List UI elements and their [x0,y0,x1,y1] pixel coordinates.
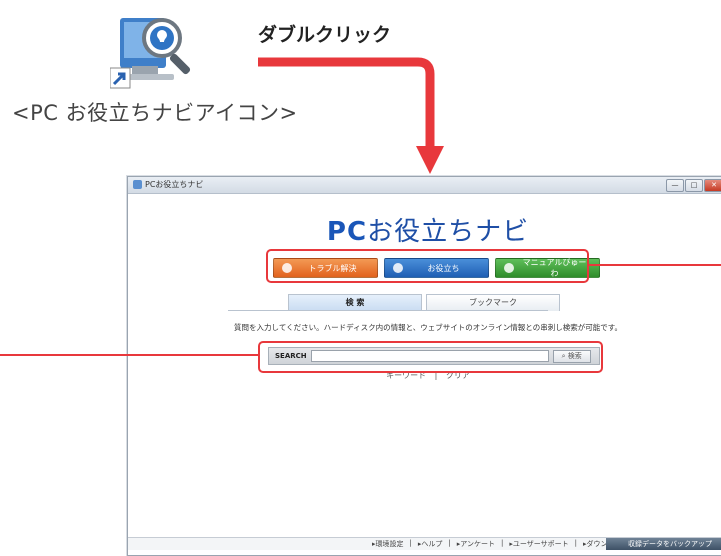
search-callout-line [0,354,258,356]
footer-separator: | [574,539,577,547]
app-small-icon [133,180,142,189]
nav-buttons-highlight [266,249,589,283]
window-title: PCお役立ちナビ [145,180,204,189]
footer-separator: | [409,539,412,547]
tab-bookmark[interactable]: ブックマーク [426,294,560,311]
footer-links: ▸環境設定 | ▸ヘルプ | ▸アンケート | ▸ユーザーサポート | ▸ダウン… [372,539,628,549]
footer-link-settings[interactable]: ▸環境設定 [372,539,404,549]
app-logo-text: お役立ちナビ [367,217,530,247]
tab-divider [228,310,548,311]
footer-bar: ▸環境設定 | ▸ヘルプ | ▸アンケート | ▸ユーザーサポート | ▸ダウン… [128,537,721,550]
footer-link-help[interactable]: ▸ヘルプ [418,539,443,549]
close-button[interactable]: ✕ [704,179,721,192]
title-bar: PCお役立ちナビ — □ ✕ [128,177,721,194]
minimize-button[interactable]: — [666,179,684,192]
app-logo: PCお役立ちナビ [128,211,721,248]
app-logo-pc: PC [326,217,368,247]
search-bar-highlight [258,341,603,373]
nav-callout-line [589,264,721,266]
maximize-button[interactable]: □ [685,179,703,192]
footer-link-survey[interactable]: ▸アンケート [457,539,495,549]
footer-separator: | [500,539,504,547]
pc-otasuke-navi-desktop-icon[interactable] [109,8,202,98]
tab-search[interactable]: 検 索 [288,294,422,311]
double-click-label: ダブルクリック [258,24,392,46]
search-description: 質問を入力してください。ハードディスク内の情報と、ウェブサイトのオンライン情報と… [234,323,622,332]
footer-link-user-support[interactable]: ▸ユーザーサポート [509,539,568,549]
footer-separator: | [448,539,451,547]
backup-button[interactable]: 収録データをバックアップ [606,538,721,550]
red-arrow-icon [258,57,444,174]
tab-bar: 検 索 ブックマーク [288,294,560,311]
